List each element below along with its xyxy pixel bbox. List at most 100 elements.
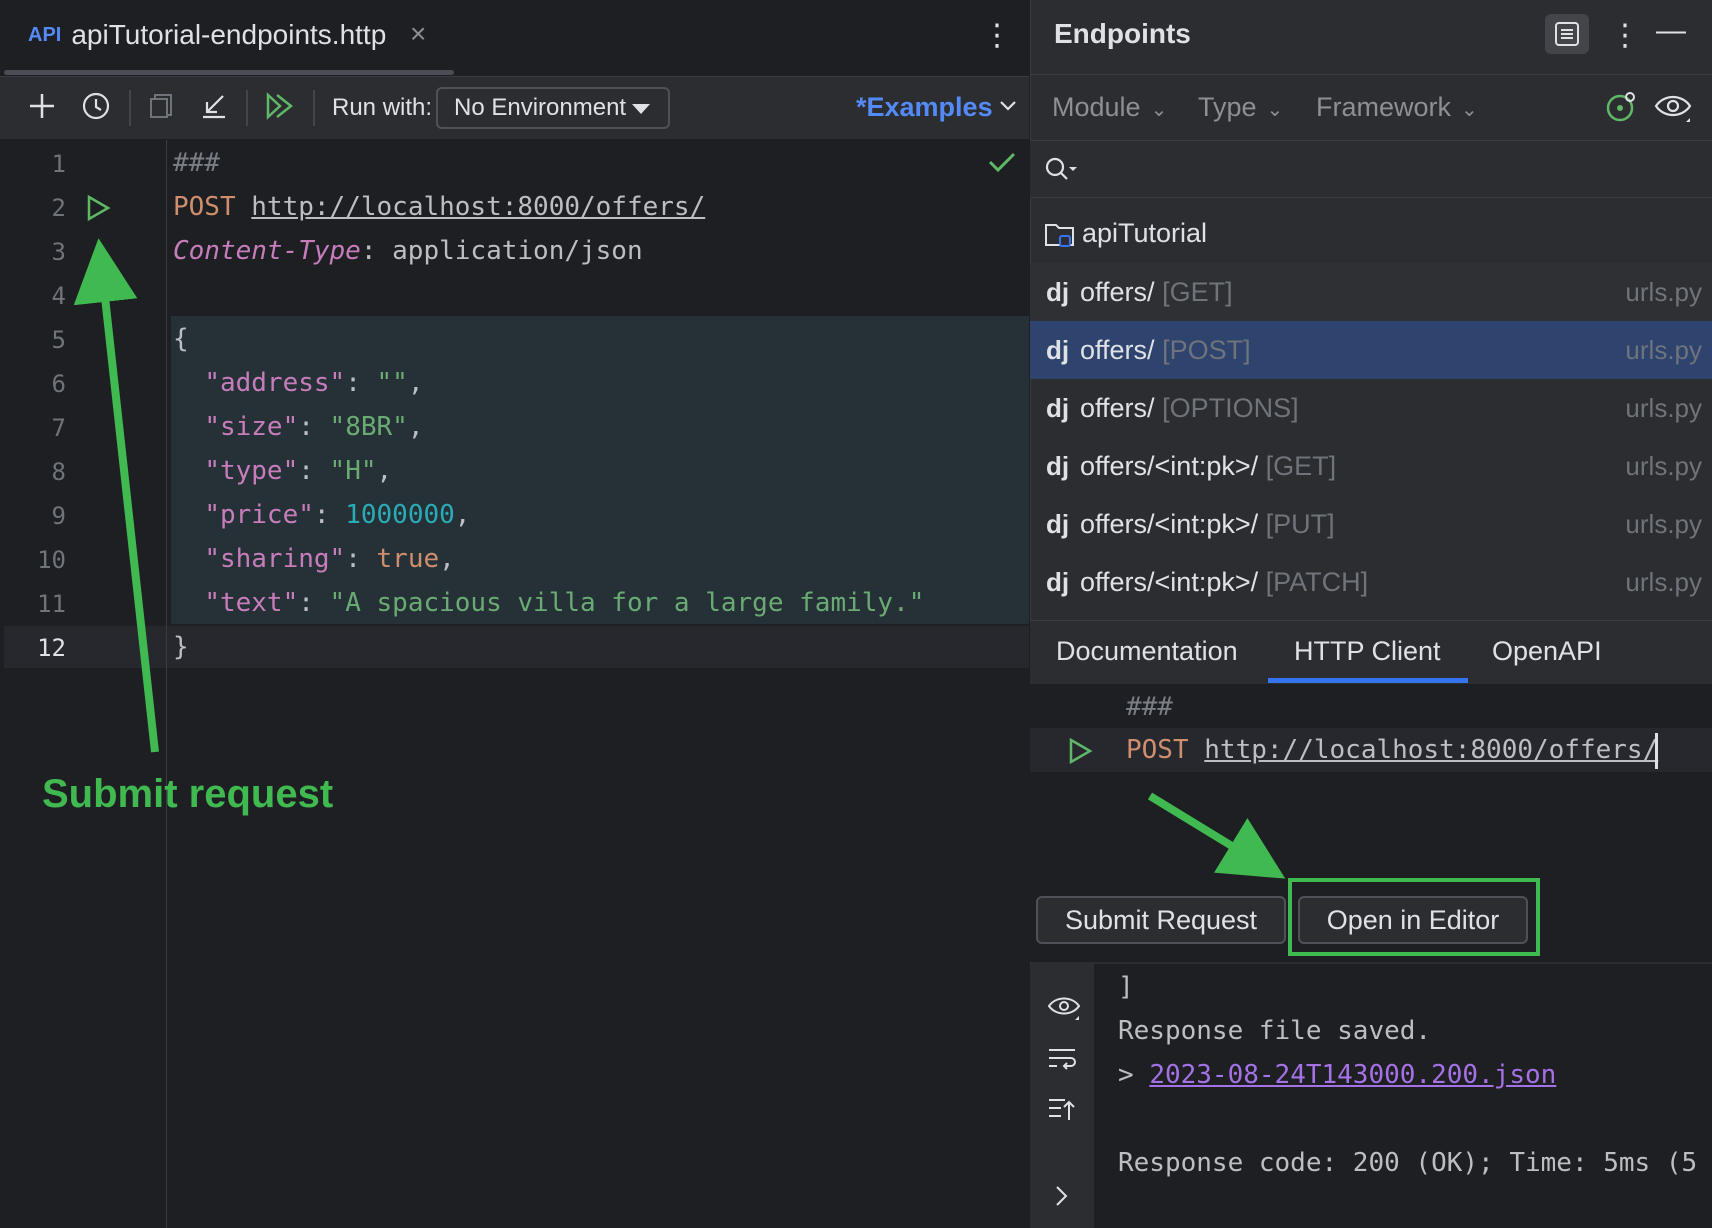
tree-root-label: apiTutorial <box>1082 218 1208 248</box>
response-text: Response code: 200 (OK); Time: 5ms (5 <box>1118 1148 1698 1178</box>
toolbar-separator <box>246 90 248 126</box>
tab-scroll-indicator <box>4 70 454 75</box>
eye-icon[interactable] <box>1047 994 1081 1027</box>
django-icon: dj <box>1046 509 1070 539</box>
code-line-9[interactable]: "price": 1000000, <box>173 500 470 530</box>
environment-select[interactable]: No Environment <box>436 87 670 129</box>
run-all-icon[interactable] <box>261 88 297 124</box>
tree-root[interactable]: apiTutorial <box>1044 218 1207 249</box>
scroll-to-top-icon[interactable] <box>1047 1096 1077 1129</box>
chevron-down-icon: ⌄ <box>1150 99 1168 121</box>
code-line-3[interactable]: Content-Type: application/json <box>173 236 643 266</box>
chevron-right-icon[interactable] <box>1052 1184 1072 1213</box>
line-number: 9 <box>51 502 66 530</box>
code-line-12[interactable]: } <box>173 632 189 662</box>
request-url-link[interactable]: http://localhost:8000/offers/ <box>1204 735 1658 765</box>
django-icon: dj <box>1046 567 1070 597</box>
checkmark-icon <box>988 150 1016 179</box>
filter-module[interactable]: Module ⌄ <box>1052 92 1167 123</box>
refresh-diagram-icon[interactable] <box>1604 90 1638 129</box>
search-input[interactable] <box>1030 141 1712 198</box>
tab-http-client[interactable]: HTTP Client <box>1294 636 1441 667</box>
code-line-1[interactable]: ### <box>173 148 220 178</box>
line-number: 10 <box>37 546 66 574</box>
chevron-down-icon: ⌄ <box>1461 99 1478 121</box>
line-number: 7 <box>51 414 66 442</box>
add-icon[interactable] <box>24 88 60 124</box>
layout-icon <box>1555 22 1579 46</box>
response-file-link[interactable]: 2023-08-24T143000.200.json <box>1149 1060 1556 1090</box>
code-line-7[interactable]: "size": "8BR", <box>173 412 423 442</box>
divider <box>1030 74 1712 75</box>
code-line-6[interactable]: "address": "", <box>173 368 423 398</box>
code-comment: ### <box>1126 692 1173 722</box>
endpoint-row-selected[interactable]: dj offers/ [POST] urls.py <box>1030 321 1712 379</box>
django-icon: dj <box>1046 451 1070 481</box>
code-line-8[interactable]: "type": "H", <box>173 456 392 486</box>
layout-toggle-button[interactable] <box>1545 14 1589 54</box>
line-number: 4 <box>51 282 66 310</box>
line-number: 8 <box>51 458 66 486</box>
search-icon[interactable] <box>1044 156 1078 189</box>
endpoint-row[interactable]: dj offers/<int:pk>/ [PUT] urls.py <box>1030 495 1712 553</box>
filter-type[interactable]: Type ⌄ <box>1198 92 1283 123</box>
endpoint-row[interactable]: dj offers/ [OPTIONS] urls.py <box>1030 379 1712 437</box>
examples-link[interactable]: *Examples <box>856 92 993 123</box>
current-line-highlight <box>4 626 1029 668</box>
run-request-icon[interactable] <box>1066 737 1094 770</box>
line-number: 6 <box>51 370 66 398</box>
panel-title: Endpoints <box>1054 18 1191 49</box>
editor-tab-title: apiTutorial-endpoints.http <box>71 19 387 50</box>
django-icon: dj <box>1046 277 1070 307</box>
environment-value: No Environment <box>454 94 627 121</box>
history-icon[interactable] <box>78 88 114 124</box>
module-folder-icon <box>1045 223 1074 247</box>
close-tab-icon[interactable]: × <box>410 18 426 50</box>
chevron-down-icon: ⌄ <box>1266 99 1284 121</box>
response-text: Response file saved. <box>1118 1016 1432 1046</box>
more-options-icon[interactable]: ⋮ <box>982 18 1012 53</box>
toolbar-separator <box>313 90 315 126</box>
django-icon: dj <box>1046 335 1070 365</box>
toolbar-separator <box>129 90 131 126</box>
line-number: 12 <box>37 634 66 662</box>
line-number: 1 <box>51 150 66 178</box>
dropdown-caret-icon <box>632 104 650 114</box>
editor-tab[interactable]: API apiTutorial-endpoints.http <box>28 14 386 56</box>
more-options-icon[interactable]: ⋮ <box>1610 18 1640 53</box>
endpoint-row[interactable]: dj offers/ [GET] urls.py <box>1030 263 1712 321</box>
chevron-down-icon[interactable] <box>998 96 1018 122</box>
run-request-icon[interactable] <box>84 194 112 227</box>
minimize-icon[interactable]: — <box>1656 14 1686 48</box>
code-line-2[interactable]: POST http://localhost:8000/offers/ <box>173 192 705 222</box>
code-line-10[interactable]: "sharing": true, <box>173 544 454 574</box>
gutter-divider <box>166 140 167 1228</box>
eye-icon[interactable] <box>1654 92 1692 129</box>
submit-request-button[interactable]: Submit Request <box>1036 896 1286 944</box>
code-line-5[interactable]: { <box>173 324 189 354</box>
active-tab-indicator <box>1268 678 1468 683</box>
copy-icon[interactable] <box>144 88 180 124</box>
soft-wrap-icon[interactable] <box>1047 1046 1077 1079</box>
api-file-icon: API <box>28 23 62 46</box>
line-number: 5 <box>51 326 66 354</box>
request-url-link[interactable]: http://localhost:8000/offers/ <box>251 192 705 222</box>
text-cursor <box>1655 733 1658 769</box>
tab-documentation[interactable]: Documentation <box>1056 636 1238 667</box>
line-number: 11 <box>37 590 66 618</box>
tab-openapi[interactable]: OpenAPI <box>1492 636 1602 667</box>
response-console <box>1030 964 1712 1228</box>
code-line-11[interactable]: "text": "A spacious villa for a large fa… <box>173 588 924 618</box>
django-icon: dj <box>1046 393 1070 423</box>
import-icon[interactable] <box>196 88 232 124</box>
endpoint-row[interactable]: dj offers/<int:pk>/ [GET] urls.py <box>1030 437 1712 495</box>
endpoint-row[interactable]: dj offers/<int:pk>/ [PATCH] urls.py <box>1030 553 1712 611</box>
response-file-line: > 2023-08-24T143000.200.json <box>1118 1060 1557 1090</box>
run-with-label: Run with: <box>332 94 433 121</box>
request-line[interactable]: POST http://localhost:8000/offers/ <box>1126 735 1658 765</box>
annotation-label: Submit request <box>42 772 334 816</box>
annotation-highlight-box <box>1288 878 1540 956</box>
response-text: ] <box>1118 972 1134 1002</box>
line-number: 3 <box>51 238 66 266</box>
filter-framework[interactable]: Framework ⌄ <box>1316 92 1478 123</box>
